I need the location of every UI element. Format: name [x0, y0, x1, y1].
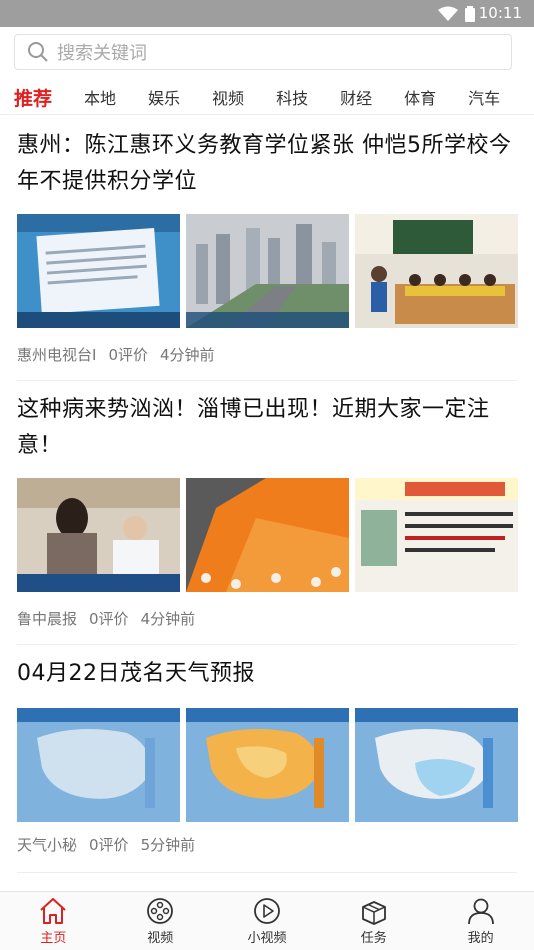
news-source: 鲁中晨报 — [17, 610, 78, 628]
news-thumbnail[interactable] — [355, 708, 518, 822]
clock: 10:11 — [478, 4, 522, 22]
wifi-icon — [438, 6, 458, 21]
news-thumbnails — [17, 708, 518, 822]
tab-tech[interactable]: 科技 — [260, 85, 324, 109]
divider — [17, 872, 517, 873]
news-thumbnail[interactable] — [17, 478, 180, 592]
news-time: 4分钟前 — [140, 610, 196, 628]
news-thumbnail[interactable] — [186, 214, 349, 328]
news-thumbnail[interactable] — [355, 214, 518, 328]
bottom-nav: 主页 视频 小视频 任务 我的 — [0, 891, 534, 950]
tab-video[interactable]: 视频 — [196, 85, 260, 109]
news-source: 天气小秘 — [17, 836, 78, 854]
news-item[interactable]: 惠州：陈江惠环义务教育学位紧张 仲恺5所学校今年不提供积分学位 惠州电视台I 0… — [17, 128, 518, 364]
search-bar[interactable]: 搜索关键词 — [14, 34, 514, 72]
user-icon — [467, 898, 494, 925]
news-title[interactable]: 04月22日茂名天气预报 — [17, 656, 517, 692]
news-time: 5分钟前 — [140, 836, 196, 854]
news-meta: 天气小秘 0评价 5分钟前 — [17, 834, 195, 855]
tab-sports[interactable]: 体育 — [388, 85, 452, 109]
status-icons — [438, 6, 476, 22]
news-comments: 0评价 — [89, 836, 129, 854]
news-item[interactable]: 这种病来势汹汹！淄博已出现！近期大家一定注意！ 鲁中晨报 0评价 4分钟前 — [17, 392, 518, 628]
gift-box-icon — [361, 901, 386, 925]
news-thumbnail[interactable] — [17, 708, 180, 822]
tab-recommend[interactable]: 推荐 — [0, 84, 68, 111]
nav-tasks[interactable]: 任务 — [320, 892, 427, 950]
nav-label: 小视频 — [247, 931, 287, 946]
status-bar: 10:11 — [0, 0, 534, 27]
play-circle-icon — [254, 898, 280, 924]
news-thumbnails — [17, 214, 518, 328]
nav-home[interactable]: 主页 — [0, 892, 107, 950]
news-time: 4分钟前 — [159, 346, 215, 364]
news-title[interactable]: 惠州：陈江惠环义务教育学位紧张 仲恺5所学校今年不提供积分学位 — [17, 128, 517, 200]
news-meta: 鲁中晨报 0评价 4分钟前 — [17, 608, 195, 629]
news-thumbnail[interactable] — [355, 478, 518, 592]
nav-label: 主页 — [40, 931, 67, 946]
category-tabs: 推荐 本地 娱乐 视频 科技 财经 体育 汽车 — [0, 80, 534, 115]
news-thumbnail[interactable] — [186, 478, 349, 592]
tab-local[interactable]: 本地 — [68, 85, 132, 109]
nav-label: 我的 — [467, 931, 494, 946]
nav-label: 任务 — [360, 931, 387, 946]
search-icon — [28, 42, 48, 62]
tab-auto[interactable]: 汽车 — [452, 85, 516, 109]
battery-icon — [465, 6, 475, 22]
nav-video[interactable]: 视频 — [107, 892, 214, 950]
tab-finance[interactable]: 财经 — [324, 85, 388, 109]
news-thumbnail[interactable] — [186, 708, 349, 822]
nav-profile[interactable]: 我的 — [427, 892, 534, 950]
film-reel-icon — [147, 898, 174, 924]
news-thumbnail[interactable] — [17, 214, 180, 328]
nav-short-video[interactable]: 小视频 — [214, 892, 321, 950]
news-title[interactable]: 这种病来势汹汹！淄博已出现！近期大家一定注意！ — [17, 392, 517, 464]
tab-entertainment[interactable]: 娱乐 — [132, 85, 196, 109]
divider — [17, 644, 517, 645]
news-thumbnails — [17, 478, 518, 592]
news-meta: 惠州电视台I 0评价 4分钟前 — [17, 344, 215, 365]
divider — [17, 380, 517, 381]
news-item[interactable]: 04月22日茂名天气预报 天气小秘 0评价 5分钟前 — [17, 656, 518, 854]
search-input[interactable]: 搜索关键词 — [14, 34, 512, 70]
home-icon — [40, 898, 67, 924]
news-comments: 0评价 — [108, 346, 148, 364]
nav-label: 视频 — [147, 931, 174, 946]
news-source: 惠州电视台I — [17, 346, 97, 364]
news-comments: 0评价 — [89, 610, 129, 628]
search-placeholder: 搜索关键词 — [57, 43, 147, 64]
